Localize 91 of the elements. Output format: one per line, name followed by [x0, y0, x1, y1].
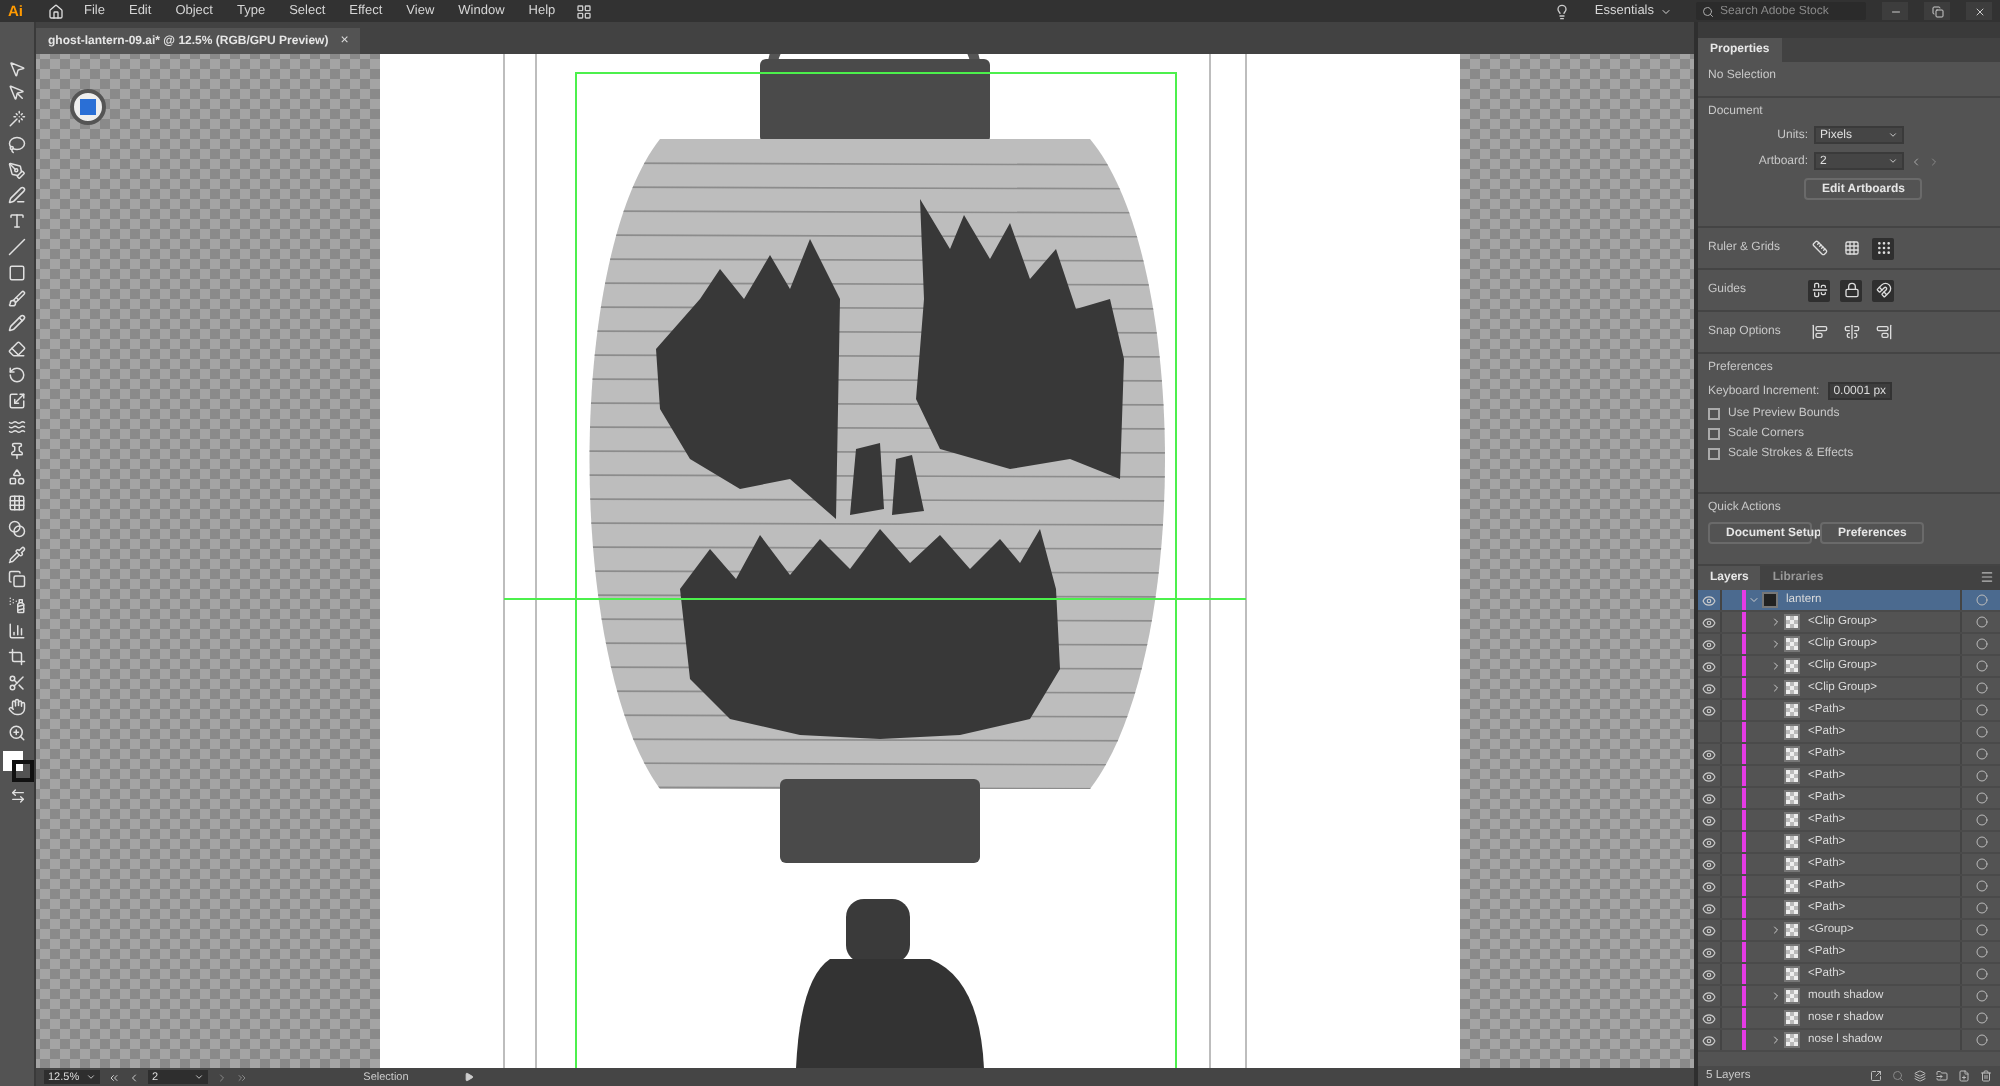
caret-icon: [1888, 156, 1898, 166]
eye-icon[interactable]: [1702, 747, 1716, 761]
artboard-icon[interactable]: [8, 647, 26, 666]
eye-icon[interactable]: [1702, 813, 1716, 827]
line-icon[interactable]: [8, 238, 26, 257]
eye-icon[interactable]: [1702, 1033, 1716, 1047]
rectangle-icon[interactable]: [8, 263, 26, 282]
eye-icon[interactable]: [1702, 1011, 1716, 1025]
pixel-grid-icon[interactable]: [1872, 237, 1894, 259]
snap-icon[interactable]: [1875, 324, 1891, 340]
folder-icon[interactable]: [1936, 1070, 1948, 1082]
restore-icon: [1931, 5, 1943, 17]
last-artboard-icon[interactable]: [236, 1071, 248, 1083]
menu-icon[interactable]: [1980, 570, 1994, 584]
chevron-icon[interactable]: [1770, 924, 1782, 936]
restore-button[interactable]: [1924, 2, 1950, 20]
brush-icon[interactable]: [8, 289, 26, 308]
pen-line-icon[interactable]: [8, 186, 26, 205]
minimize-icon: [1889, 5, 1901, 17]
eye-icon[interactable]: [1702, 989, 1716, 1003]
ruler-icon[interactable]: [1808, 237, 1830, 259]
eraser-icon[interactable]: [8, 340, 26, 359]
previous-artboard-icon[interactable]: [128, 1071, 140, 1083]
checkbox[interactable]: [1708, 428, 1720, 440]
caret-icon: [1660, 5, 1672, 17]
snap-icon[interactable]: [1843, 324, 1859, 340]
eye-icon[interactable]: [1702, 637, 1716, 651]
search-icon: [1702, 5, 1714, 17]
eye-icon[interactable]: [1702, 593, 1716, 607]
trash-icon[interactable]: [1980, 1070, 1992, 1082]
minimize-button[interactable]: [1882, 2, 1908, 20]
layout-icon[interactable]: [575, 3, 592, 19]
close-icon: [1973, 5, 1985, 17]
lightbulb-icon[interactable]: [1554, 3, 1571, 19]
swap-icon[interactable]: [9, 788, 25, 805]
hand-icon[interactable]: [8, 698, 26, 717]
shapes-icon[interactable]: [8, 468, 26, 487]
eye-icon[interactable]: [1702, 791, 1716, 805]
play-icon[interactable]: [464, 1072, 474, 1082]
magic-wand-icon[interactable]: [8, 110, 26, 129]
eye-icon[interactable]: [1702, 703, 1716, 717]
layers-icon[interactable]: [1914, 1070, 1926, 1082]
eye-icon[interactable]: [1702, 879, 1716, 893]
chevron-icon[interactable]: [1770, 990, 1782, 1002]
pointer-icon[interactable]: [8, 84, 26, 103]
type-icon[interactable]: [8, 212, 26, 231]
caret-icon: [194, 1072, 204, 1082]
eye-icon[interactable]: [1702, 857, 1716, 871]
rotate-icon[interactable]: [8, 366, 26, 385]
pen-icon[interactable]: [8, 161, 26, 180]
close-button[interactable]: [1966, 2, 1992, 20]
first-artboard-icon[interactable]: [108, 1071, 120, 1083]
magnet-icon[interactable]: [1875, 282, 1891, 298]
eye-icon[interactable]: [1702, 769, 1716, 783]
eye-icon[interactable]: [1702, 945, 1716, 959]
caret-icon: [1888, 130, 1898, 140]
eye-icon[interactable]: [1702, 923, 1716, 937]
grid-icon[interactable]: [1840, 237, 1862, 259]
blend-icon[interactable]: [8, 519, 26, 538]
chevron-icon[interactable]: [1770, 616, 1782, 628]
lock-icon[interactable]: [1843, 282, 1859, 298]
chevron-icon[interactable]: [1770, 660, 1782, 672]
eyedropper-icon[interactable]: [8, 545, 26, 564]
checkbox[interactable]: [1708, 408, 1720, 420]
mesh-icon[interactable]: [8, 494, 26, 513]
eye-icon[interactable]: [1702, 615, 1716, 629]
chevron-icon[interactable]: [1770, 1034, 1782, 1046]
eye-icon[interactable]: [1702, 967, 1716, 981]
scissors-icon[interactable]: [8, 673, 26, 692]
guide-icon[interactable]: [1811, 282, 1827, 298]
eye-icon[interactable]: [1702, 901, 1716, 915]
lasso-icon[interactable]: [8, 135, 26, 154]
eye-icon[interactable]: [1702, 659, 1716, 673]
zoom-icon[interactable]: [8, 724, 26, 743]
checkbox[interactable]: [1708, 448, 1720, 460]
export-icon[interactable]: [1870, 1070, 1882, 1082]
pin-icon[interactable]: [8, 442, 26, 461]
warp-icon[interactable]: [8, 417, 26, 436]
caret-icon: [86, 1072, 96, 1082]
home-icon[interactable]: [48, 3, 64, 19]
snap-icon[interactable]: [1811, 324, 1827, 340]
new-layer-icon[interactable]: [1958, 1070, 1970, 1082]
eye-icon[interactable]: [1702, 681, 1716, 695]
eye-icon[interactable]: [1702, 835, 1716, 849]
selection-arrow-icon[interactable]: [8, 59, 26, 77]
fill-stroke-icon[interactable]: [1, 749, 33, 782]
scale-icon[interactable]: [8, 391, 26, 410]
chart-icon[interactable]: [8, 622, 26, 641]
chevron-icon[interactable]: [1770, 638, 1782, 650]
pencil-icon[interactable]: [8, 314, 26, 333]
chevron-icon[interactable]: [1770, 682, 1782, 694]
